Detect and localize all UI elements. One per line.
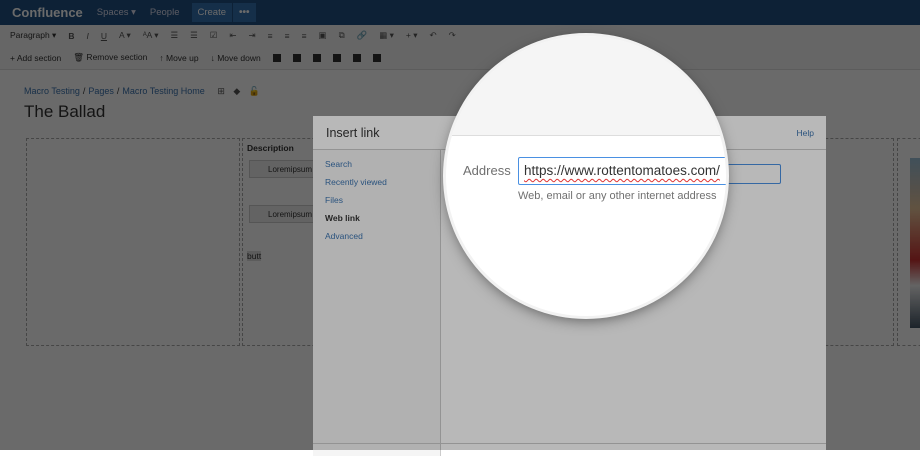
address-input[interactable]: https://www.rottentomatoes.com/ (518, 157, 726, 185)
address-hint: Web, email or any other internet address (518, 190, 717, 202)
address-label: Address (463, 163, 511, 178)
magnifier-lens: Address https://www.rottentomatoes.com/ … (446, 36, 726, 316)
lens-dialog-header (446, 36, 726, 136)
